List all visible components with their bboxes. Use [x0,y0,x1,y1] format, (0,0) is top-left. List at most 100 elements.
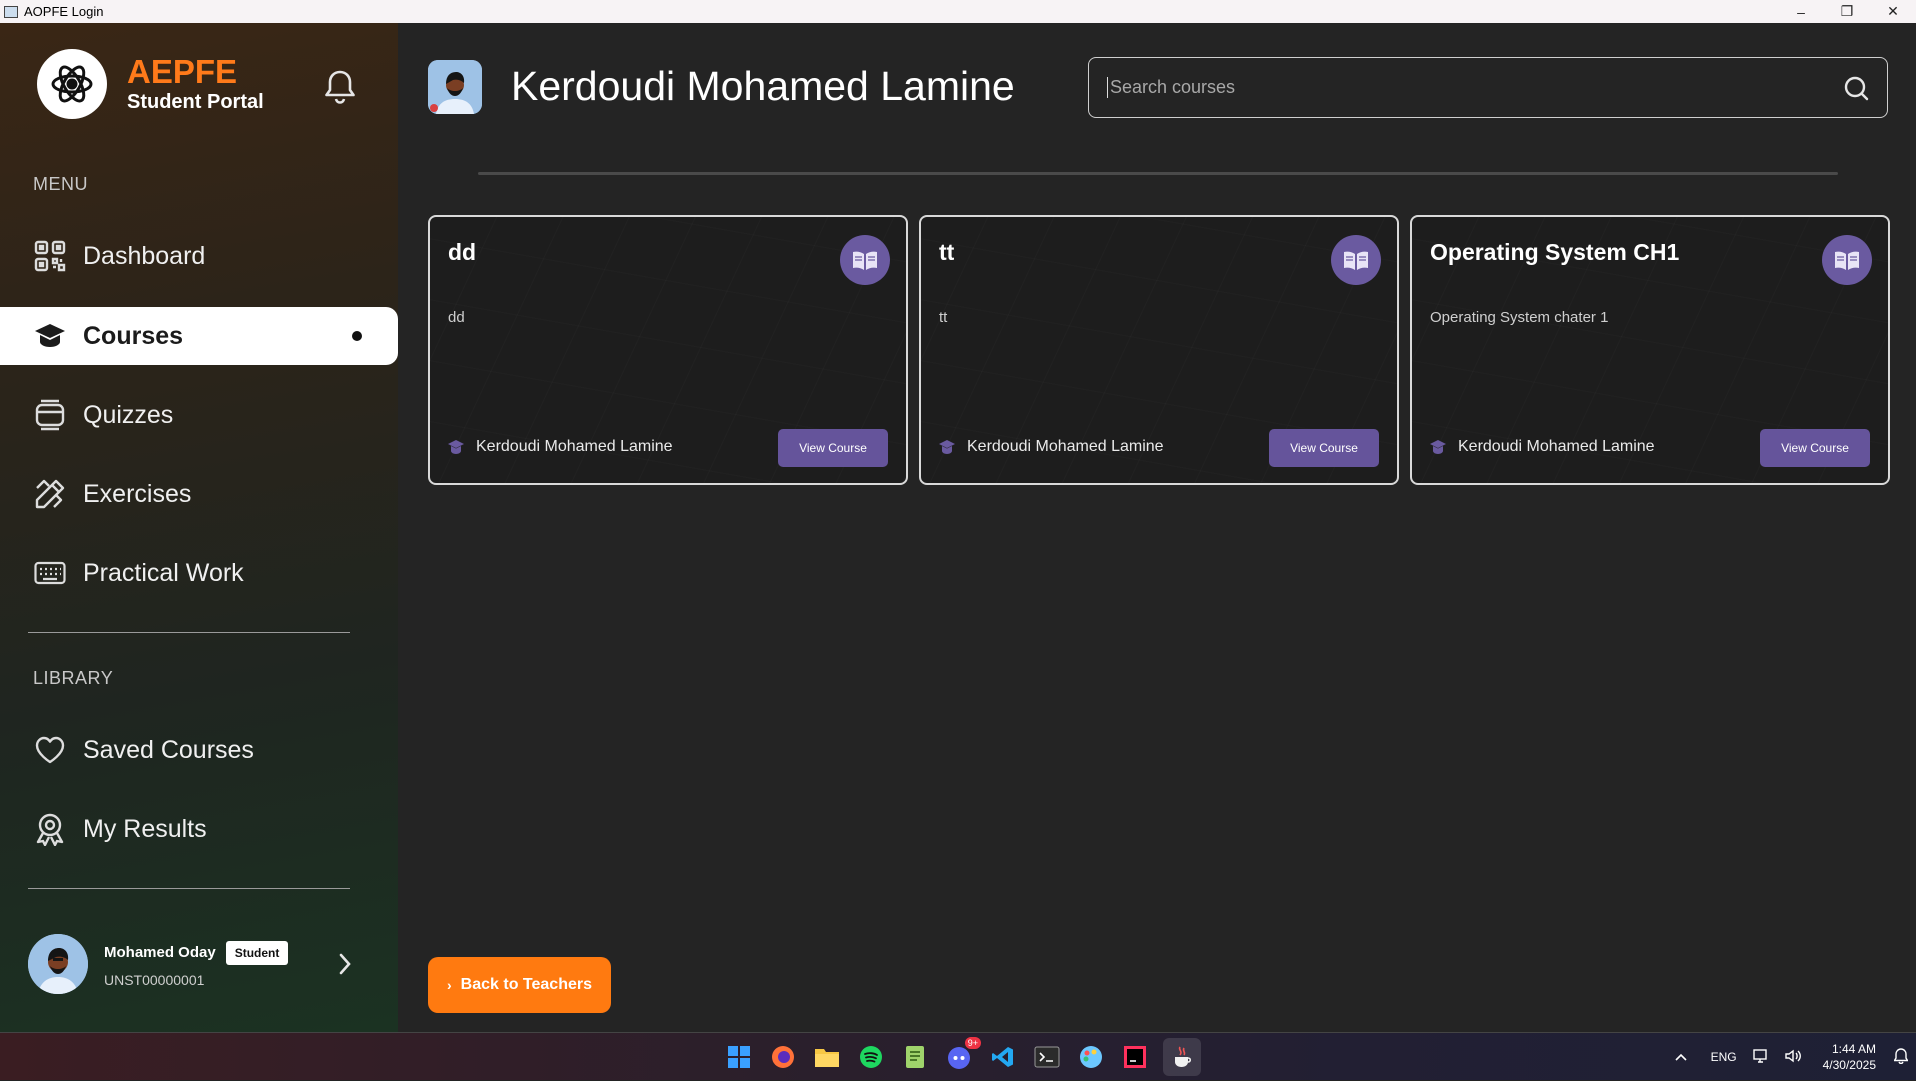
course-author: Kerdoudi Mohamed Lamine [448,438,673,456]
chevron-right-icon[interactable] [338,952,352,981]
qr-grid-icon [33,239,67,273]
page-title: Kerdoudi Mohamed Lamine [511,63,1015,109]
search-icon[interactable] [1843,75,1869,101]
teacher-icon [1430,440,1446,454]
sidebar-item-label: Quizzes [83,400,174,429]
atom-logo-icon [37,49,107,119]
window-title: AOPFE Login [24,4,104,19]
vscode-icon[interactable] [987,1041,1019,1073]
teacher-icon [939,440,955,454]
course-description: Operating System chater 1 [1430,309,1609,326]
quiz-icon [33,398,67,432]
sidebar-item-dashboard[interactable]: Dashboard [0,227,398,285]
course-card[interactable]: dd dd Kerdoudi Mohamed Lamine View Cours… [428,215,908,485]
main-content: Kerdoudi Mohamed Lamine dd dd Kerdoudi M… [398,23,1916,1032]
file-explorer-icon[interactable] [811,1041,843,1073]
heart-icon [33,733,67,767]
sidebar-divider [28,632,350,633]
view-course-button[interactable]: View Course [1760,429,1870,467]
volume-icon[interactable] [1784,1049,1801,1066]
search-bar [1088,57,1888,118]
sidebar-item-label: My Results [83,814,207,843]
course-card[interactable]: Operating System CH1 Operating System ch… [1410,215,1890,485]
course-description: tt [939,309,948,326]
system-tray: ENG 1:44 AM 4/30/2025 [1667,1033,1916,1081]
view-course-button[interactable]: View Course [778,429,888,467]
course-description: dd [448,309,465,326]
clock-time: 1:44 AM [1831,1042,1876,1056]
course-author: Kerdoudi Mohamed Lamine [1430,438,1655,456]
spotify-icon[interactable] [855,1041,887,1073]
course-author-name: Kerdoudi Mohamed Lamine [967,438,1164,455]
firefox-icon[interactable] [767,1041,799,1073]
sidebar-item-saved-courses[interactable]: Saved Courses [0,721,398,779]
network-icon[interactable] [1752,1048,1769,1066]
notification-bell-icon[interactable] [1893,1047,1909,1067]
sidebar-item-label: Courses [83,321,184,350]
course-author-name: Kerdoudi Mohamed Lamine [1458,438,1655,455]
teacher-icon [448,440,464,454]
os-taskbar: 9+ ENG 1:44 AM 4/30/2025 [0,1032,1916,1080]
language-indicator[interactable]: ENG [1711,1050,1737,1064]
course-author: Kerdoudi Mohamed Lamine [939,438,1164,456]
clock-date: 4/30/2025 [1822,1058,1876,1072]
maximize-button[interactable]: ❐ [1824,0,1870,23]
clock[interactable]: 1:44 AM 4/30/2025 [1823,1041,1876,1073]
course-title: tt [939,239,955,265]
teacher-avatar [428,60,482,114]
course-list: dd dd Kerdoudi Mohamed Lamine View Cours… [428,215,1890,485]
sidebar-divider [28,888,350,889]
sidebar-item-courses[interactable]: Courses [0,307,398,365]
keyboard-icon [33,556,67,590]
course-title: Operating System CH1 [1430,239,1680,265]
user-profile-card[interactable]: Mohamed Oday Student UNST00000001 [28,932,368,996]
brand: AEPFE Student Portal [37,49,264,119]
award-icon [33,812,67,846]
sidebar-item-exercises[interactable]: Exercises [0,465,398,523]
header-divider [478,172,1838,175]
back-to-teachers-button[interactable]: › Back to Teachers [428,957,611,1013]
course-author-name: Kerdoudi Mohamed Lamine [476,438,673,455]
paint-icon[interactable] [1075,1041,1107,1073]
bell-icon[interactable] [322,67,358,107]
brand-name: AEPFE [127,52,238,90]
brand-subtitle: Student Portal [127,90,264,113]
chevron-up-icon[interactable] [1675,1050,1687,1064]
search-input[interactable] [1107,77,1843,98]
course-card[interactable]: tt tt Kerdoudi Mohamed Lamine View Cours… [919,215,1399,485]
discord-icon[interactable]: 9+ [943,1037,981,1073]
sidebar-item-label: Dashboard [83,241,206,270]
java-app-icon[interactable] [1163,1038,1201,1076]
sidebar: AEPFE Student Portal MENU Dashboard Cour… [0,23,398,1032]
sidebar-item-label: Exercises [83,479,192,508]
windows-start-icon[interactable] [723,1041,755,1073]
active-indicator [352,331,362,341]
avatar [28,934,88,994]
role-badge: Student [225,940,289,965]
chevron-right-icon: › [447,977,452,993]
user-name: Mohamed Oday [104,944,216,961]
sidebar-item-quizzes[interactable]: Quizzes [0,386,398,444]
sidebar-item-practical-work[interactable]: Practical Work [0,544,398,602]
notepad-icon[interactable] [899,1041,931,1073]
book-icon [1822,235,1872,285]
graduation-cap-icon [33,319,67,353]
sidebar-item-label: Saved Courses [83,735,254,764]
library-section-label: LIBRARY [33,668,114,688]
sidebar-item-my-results[interactable]: My Results [0,800,398,858]
window-titlebar: AOPFE Login – ❐ ✕ [0,0,1916,23]
course-title: dd [448,239,477,265]
sidebar-item-label: Practical Work [83,558,244,587]
back-button-label: Back to Teachers [460,976,592,993]
book-icon [1331,235,1381,285]
view-course-button[interactable]: View Course [1269,429,1379,467]
intellij-icon[interactable] [1119,1041,1151,1073]
terminal-icon[interactable] [1031,1041,1063,1073]
close-button[interactable]: ✕ [1870,0,1916,23]
menu-section-label: MENU [33,174,88,194]
user-id: UNST00000001 [104,971,205,988]
notification-badge: 9+ [964,1037,981,1049]
pencil-ruler-icon [33,477,67,511]
book-icon [840,235,890,285]
minimize-button[interactable]: – [1778,0,1824,23]
